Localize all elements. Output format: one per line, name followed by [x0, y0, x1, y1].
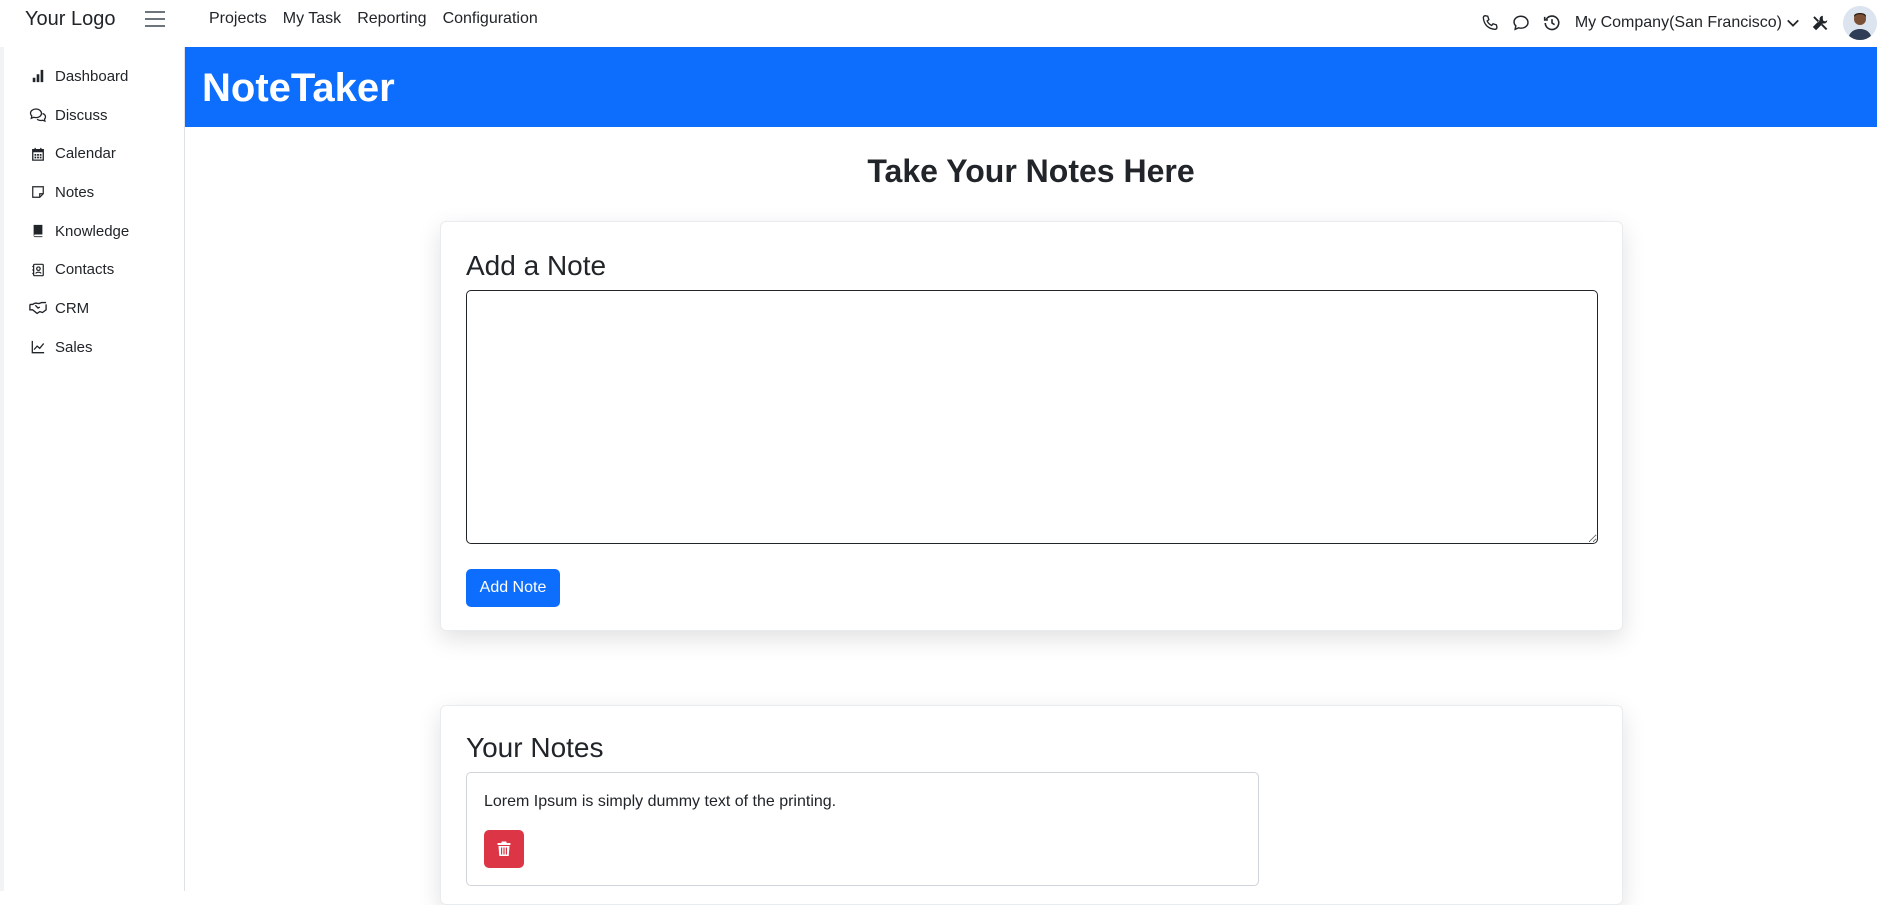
- hamburger-menu-icon[interactable]: [145, 11, 165, 29]
- sidebar-item-label: Notes: [55, 183, 95, 201]
- sidebar-item-label: Calendar: [55, 145, 116, 163]
- sidebar-item-dashboard[interactable]: Dashboard: [4, 57, 184, 96]
- history-icon[interactable]: [1541, 12, 1563, 34]
- sidebar-item-label: CRM: [55, 299, 90, 317]
- sidebar-item-sales[interactable]: Sales: [4, 328, 184, 367]
- sidebar-item-label: Dashboard: [55, 67, 129, 85]
- app-banner: NoteTaker: [185, 47, 1877, 127]
- chat-icon[interactable]: [1510, 12, 1532, 34]
- chevron-down-icon: [1787, 19, 1799, 27]
- sidebar-item-label: Sales: [55, 338, 93, 356]
- company-selector[interactable]: My Company(San Francisco): [1575, 14, 1800, 32]
- handshake-icon: [29, 299, 47, 317]
- tools-icon[interactable]: [1809, 12, 1831, 34]
- trash-icon: [497, 841, 511, 856]
- book-icon: [29, 222, 47, 240]
- note-textarea[interactable]: [466, 290, 1598, 544]
- delete-note-button[interactable]: [484, 830, 524, 868]
- sidebar-item-label: Contacts: [55, 261, 115, 279]
- chat-bubbles-icon: [29, 106, 47, 124]
- sidebar-item-notes[interactable]: Notes: [4, 173, 184, 212]
- sidebar-item-calendar[interactable]: Calendar: [4, 134, 184, 173]
- your-notes-heading: Your Notes: [466, 732, 604, 763]
- app-logo[interactable]: Your Logo: [25, 8, 115, 31]
- company-name: My Company(San Francisco): [1574, 14, 1782, 31]
- add-note-heading: Add a Note: [466, 250, 607, 281]
- sidebar-item-label: Discuss: [55, 106, 108, 124]
- nav-projects[interactable]: Projects: [209, 10, 267, 28]
- phone-icon[interactable]: [1479, 12, 1501, 34]
- add-note-card: Add a Note Add Note: [440, 221, 1623, 631]
- sidebar-item-knowledge[interactable]: Knowledge: [4, 212, 184, 251]
- sidebar-item-discuss[interactable]: Discuss: [4, 96, 184, 135]
- line-chart-icon: [29, 338, 47, 356]
- calendar-icon: [29, 145, 47, 163]
- app-title: NoteTaker: [202, 66, 395, 110]
- user-avatar[interactable]: [1843, 6, 1877, 40]
- top-navbar: Your Logo Projects My Task Reporting Con…: [0, 0, 1881, 47]
- sidebar-item-contacts[interactable]: Contacts: [4, 250, 184, 289]
- note-icon: [29, 183, 47, 201]
- your-notes-card: Your Notes Lorem Ipsum is simply dummy t…: [440, 705, 1623, 905]
- bar-chart-icon: [29, 67, 47, 85]
- top-right-actions: My Company(San Francisco): [1470, 6, 1881, 40]
- top-nav: Projects My Task Reporting Configuration: [209, 10, 538, 28]
- add-note-button[interactable]: Add Note: [466, 569, 560, 607]
- nav-reporting[interactable]: Reporting: [357, 10, 426, 28]
- note-item: Lorem Ipsum is simply dummy text of the …: [466, 772, 1259, 886]
- sidebar-item-crm[interactable]: CRM: [4, 289, 184, 328]
- contact-card-icon: [29, 261, 47, 279]
- nav-my-task[interactable]: My Task: [283, 10, 341, 28]
- page-title: Take Your Notes Here: [867, 153, 1195, 189]
- sidebar-item-label: Knowledge: [55, 222, 130, 240]
- nav-configuration[interactable]: Configuration: [443, 10, 538, 28]
- note-text: Lorem Ipsum is simply dummy text of the …: [484, 793, 837, 810]
- sidebar: Dashboard Discuss Calendar Notes Knowled…: [0, 47, 185, 891]
